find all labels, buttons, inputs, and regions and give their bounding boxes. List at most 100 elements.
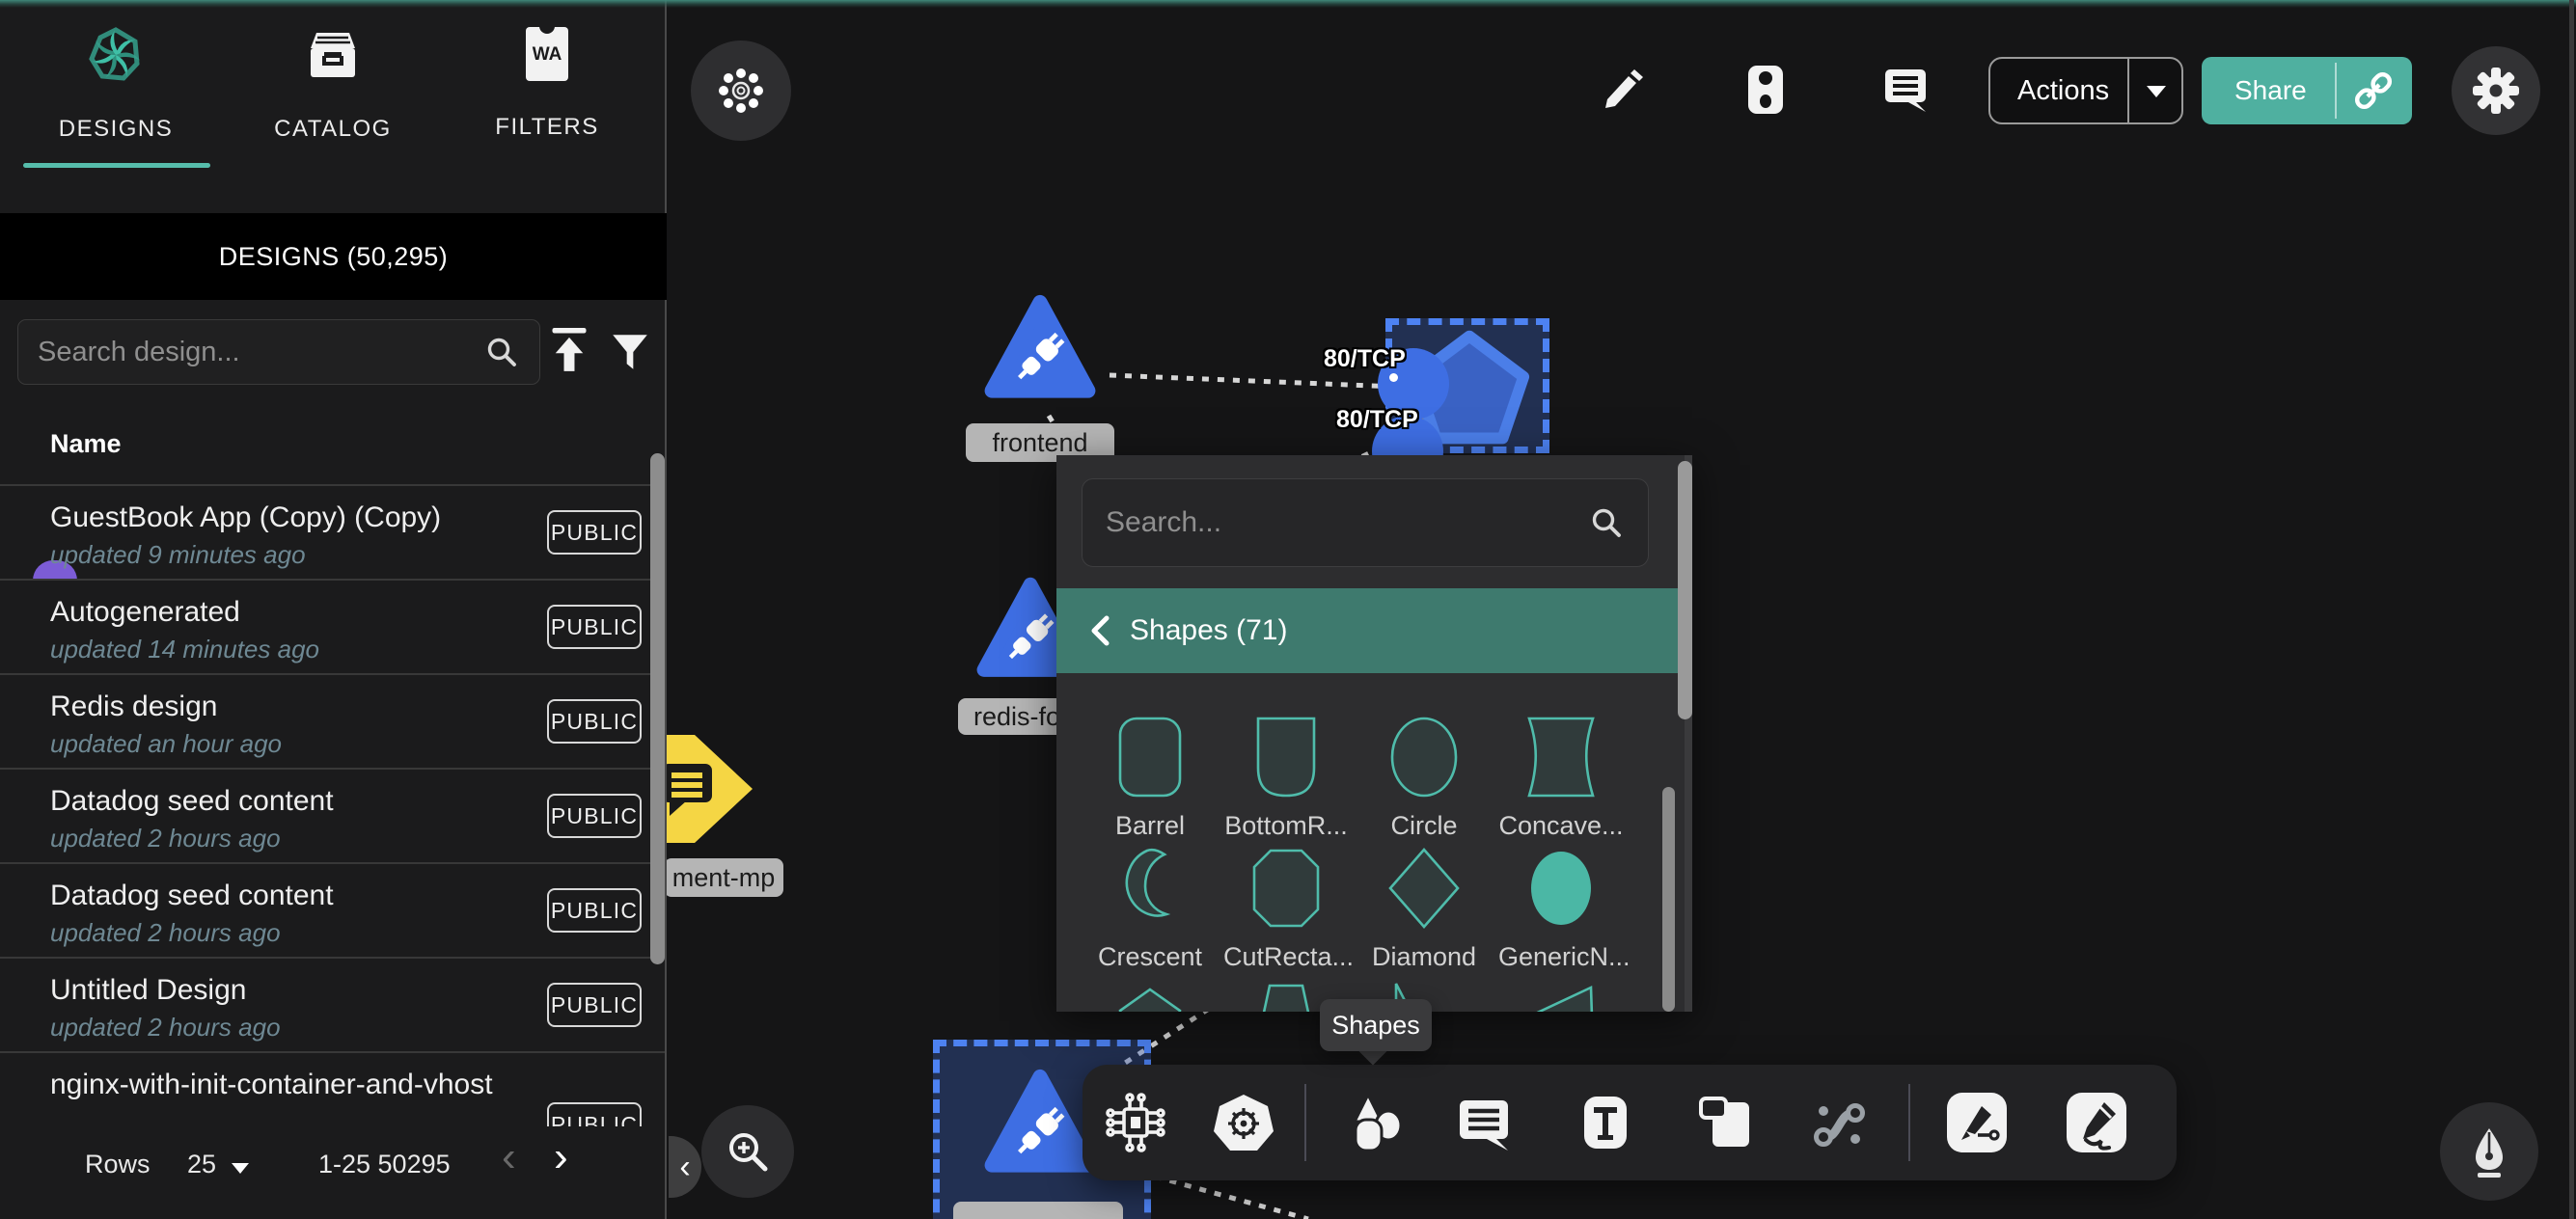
design-row[interactable]: GuestBook App (Copy) (Copy) updated 9 mi… — [0, 484, 665, 579]
design-row[interactable]: Datadog seed content updated 2 hours ago… — [0, 768, 665, 862]
cluster-context-button[interactable] — [691, 41, 791, 141]
visibility-badge[interactable]: PUBLIC — [547, 510, 642, 555]
visibility-badge[interactable]: PUBLIC — [547, 699, 642, 744]
visibility-badge[interactable]: PUBLIC — [547, 888, 642, 933]
pagination-range: 1-25 50295 — [318, 1150, 451, 1179]
shapes-category-header[interactable]: Shapes (71) — [1056, 588, 1692, 673]
prev-page-button[interactable]: ‹ — [502, 1136, 516, 1178]
note-tool[interactable] — [1693, 1091, 1757, 1154]
tab-catalog-label: CATALOG — [245, 116, 421, 143]
next-page-button[interactable]: › — [554, 1136, 568, 1178]
trapezoid-shape-icon — [1240, 976, 1332, 1012]
design-row[interactable]: Autogenerated updated 14 minutes ago PUB… — [0, 579, 665, 673]
visibility-badge[interactable]: PUBLIC — [547, 1102, 642, 1126]
toolbar-divider — [1304, 1084, 1306, 1161]
crescent-shape-icon — [1104, 845, 1196, 932]
design-row[interactable]: Datadog seed content updated 2 hours ago… — [0, 862, 665, 957]
design-mode-button[interactable] — [2440, 1102, 2538, 1201]
polygon-shape-icon — [1104, 976, 1196, 1012]
shapes-tool[interactable] — [1343, 1091, 1407, 1154]
shape-item-cutrectangle[interactable]: CutRecta... — [1223, 845, 1349, 972]
rows-per-page-caret-icon[interactable] — [232, 1163, 249, 1174]
button-divider — [2335, 63, 2337, 119]
shape-item-concave[interactable]: Concave... — [1498, 714, 1624, 841]
filter-funnel-icon[interactable] — [611, 333, 649, 371]
visibility-badge[interactable]: PUBLIC — [547, 794, 642, 838]
share-link-icon[interactable] — [2352, 71, 2395, 110]
edge-port-label: 80/TCP — [1336, 406, 1418, 434]
text-tool[interactable] — [1574, 1091, 1637, 1154]
actions-button[interactable]: Actions — [1988, 57, 2183, 124]
shape-item-circle[interactable]: Circle — [1361, 714, 1487, 841]
meshery-logo-icon — [88, 27, 144, 83]
share-button[interactable]: Share — [2202, 57, 2412, 124]
shapes-search-input[interactable] — [1082, 506, 1590, 539]
shape-item-partial[interactable] — [1087, 976, 1213, 1012]
panel-titlebar: DESIGNS (50,295) — [0, 213, 667, 300]
tab-filters-label: FILTERS — [459, 114, 635, 141]
node-frontend-service[interactable] — [984, 294, 1096, 402]
button-divider — [2127, 59, 2129, 122]
page-scrollbar[interactable] — [2569, 0, 2574, 1219]
visibility-badge[interactable]: PUBLIC — [547, 983, 642, 1027]
shape-item-bottomround[interactable]: BottomR... — [1223, 714, 1349, 841]
shapes-tooltip: Shapes — [1320, 999, 1432, 1051]
zoom-in-magnifier-icon — [724, 1127, 772, 1176]
top-progress-glow — [0, 0, 2576, 8]
design-list-scrollbar-thumb[interactable] — [650, 453, 665, 964]
node-label-deployment: ment-mp — [664, 858, 783, 897]
save-icon[interactable] — [1741, 64, 1790, 116]
design-row[interactable]: Untitled Design updated 2 hours ago PUBL… — [0, 957, 665, 1051]
pen-path-tool[interactable] — [1945, 1091, 2009, 1154]
design-search-input[interactable] — [18, 337, 485, 368]
concave-shape-icon — [1515, 714, 1607, 800]
actions-label: Actions — [2017, 75, 2109, 107]
back-chevron-icon[interactable] — [1089, 615, 1110, 646]
design-search-box[interactable] — [17, 319, 540, 385]
genericnode-shape-icon — [1515, 845, 1607, 932]
kubernetes-tool[interactable] — [1212, 1091, 1275, 1154]
component-chip-tool[interactable] — [1104, 1091, 1167, 1154]
active-tab-underline — [23, 163, 210, 168]
dot-cluster-icon — [715, 65, 767, 117]
shape-item-genericnode[interactable]: GenericN... — [1498, 845, 1624, 972]
port-dot — [1389, 373, 1398, 382]
shape-item-crescent[interactable]: Crescent — [1087, 845, 1213, 972]
chevron-down-icon[interactable] — [2147, 86, 2166, 97]
shape-item-diamond[interactable]: Diamond — [1361, 845, 1487, 972]
collapse-chevron-icon: ‹ — [679, 1149, 690, 1186]
app-root: frontend 80/TCP 80/TCP redis-fo ment — [0, 0, 2576, 1219]
zoom-in-button[interactable] — [701, 1105, 794, 1198]
bottomround-shape-icon — [1240, 714, 1332, 800]
tab-designs[interactable]: DESIGNS — [28, 27, 204, 143]
rows-per-page-value[interactable]: 25 — [187, 1150, 216, 1179]
shapes-panel: Shapes (71) Barrel BottomR... Circle C — [1056, 455, 1692, 1012]
edit-pencil-icon[interactable] — [1601, 68, 1645, 112]
visibility-badge[interactable]: PUBLIC — [547, 605, 642, 649]
shapes-list-scrollbar-thumb[interactable] — [1662, 787, 1675, 1012]
gear-icon — [2471, 66, 2521, 116]
search-icon — [1590, 506, 1623, 539]
column-header-name[interactable]: Name — [50, 429, 122, 459]
comment-tool[interactable] — [1452, 1091, 1516, 1154]
edge-port-label: 80/TCP — [1324, 345, 1406, 373]
shape-item-partial[interactable] — [1498, 976, 1624, 1012]
tab-catalog[interactable]: CATALOG — [245, 27, 421, 143]
node-bottom-service[interactable] — [984, 1069, 1096, 1177]
comment-icon[interactable] — [1881, 66, 1930, 114]
sketch-pencil-tool[interactable] — [2065, 1091, 2128, 1154]
search-icon — [485, 336, 518, 368]
design-row[interactable]: nginx-with-init-container-and-vhost PUBL… — [0, 1051, 665, 1126]
shapes-panel-scrollbar-thumb[interactable] — [1678, 461, 1692, 719]
tab-filters[interactable]: WA FILTERS — [459, 27, 635, 141]
shapes-search-box[interactable] — [1082, 478, 1649, 567]
edge-link-tool[interactable] — [1807, 1091, 1871, 1154]
shape-item-barrel[interactable]: Barrel — [1087, 714, 1213, 841]
upload-design-icon[interactable] — [550, 328, 589, 372]
cutrectangle-shape-icon — [1240, 845, 1332, 932]
design-row[interactable]: Redis design updated an hour ago PUBLIC — [0, 673, 665, 768]
wasm-filter-icon: WA — [526, 27, 568, 81]
settings-button[interactable] — [2452, 46, 2540, 135]
node-label-bottom — [953, 1202, 1123, 1219]
toolbar-divider — [1908, 1084, 1910, 1161]
